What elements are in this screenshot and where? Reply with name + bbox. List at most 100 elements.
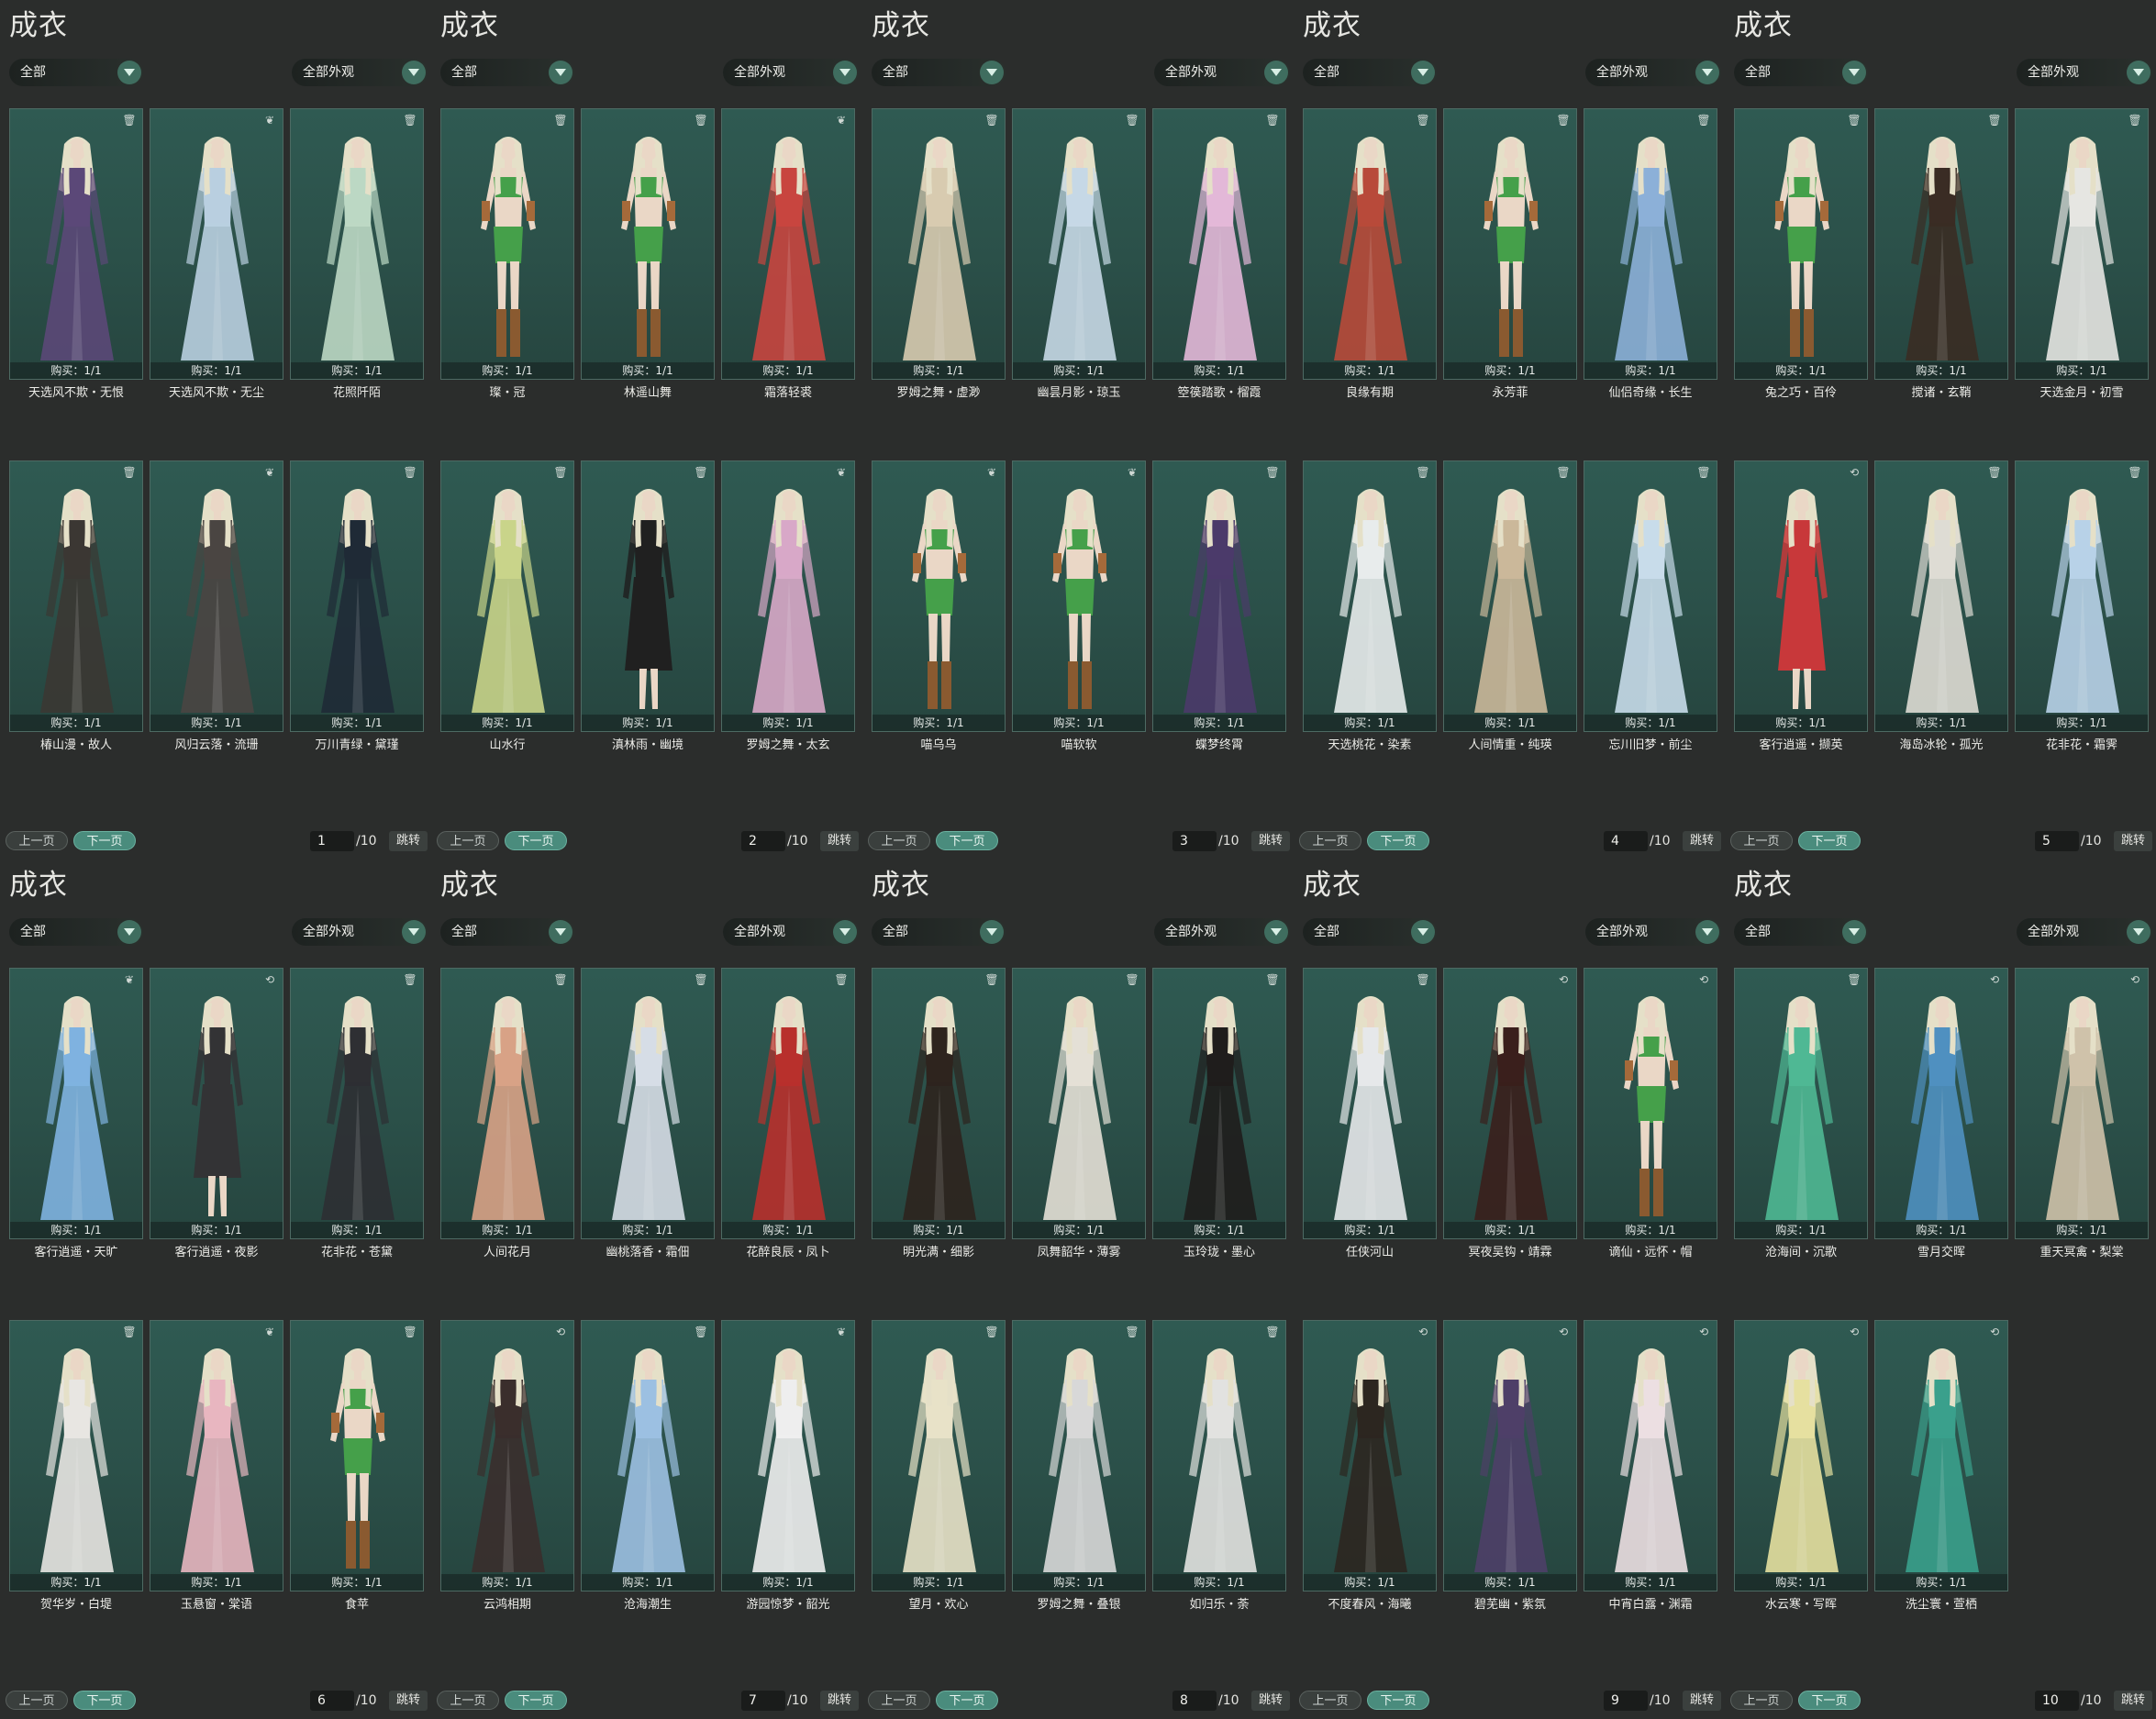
outfit-card[interactable]: 🗑 购买：1/1 xyxy=(1734,108,1868,380)
next-page-button[interactable]: 下一页 xyxy=(1367,1691,1429,1710)
outfit-card[interactable]: 🗑 购买：1/1 xyxy=(581,968,715,1239)
outfit-card[interactable]: 🗑 购买：1/1 xyxy=(1152,968,1286,1239)
page-number-input[interactable]: 5 xyxy=(2035,831,2079,851)
outfit-card[interactable]: ⟲ 购买：1/1 xyxy=(1734,460,1868,732)
page-number-input[interactable]: 3 xyxy=(1172,831,1217,851)
outfit-card[interactable]: 🗑 购买：1/1 xyxy=(872,968,1006,1239)
prev-page-button[interactable]: 上一页 xyxy=(868,1691,930,1710)
category-dropdown[interactable]: 全部 xyxy=(872,59,1006,86)
outfit-card[interactable]: 🗑 购买：1/1 xyxy=(290,460,424,732)
trash-icon[interactable]: 🗑 xyxy=(403,1325,417,1339)
jump-button[interactable]: 跳转 xyxy=(389,831,428,851)
butterfly-icon[interactable]: ❦ xyxy=(262,1325,277,1339)
outfit-card[interactable]: 🗑 购买：1/1 xyxy=(1012,1320,1146,1591)
swap-icon[interactable]: ⟲ xyxy=(1847,465,1861,480)
next-page-button[interactable]: 下一页 xyxy=(505,1691,567,1710)
outfit-card[interactable]: 🗑 购买：1/1 xyxy=(2015,108,2149,380)
chevron-down-icon[interactable] xyxy=(117,61,141,84)
outfit-card[interactable]: 🗑 购买：1/1 xyxy=(1874,460,2008,732)
swap-icon[interactable]: ⟲ xyxy=(1416,1325,1430,1339)
prev-page-button[interactable]: 上一页 xyxy=(437,1691,499,1710)
trash-icon[interactable]: 🗑 xyxy=(694,465,708,480)
trash-icon[interactable]: 🗑 xyxy=(1416,465,1430,480)
appearance-dropdown[interactable]: 全部外观 xyxy=(723,59,859,86)
trash-icon[interactable]: 🗑 xyxy=(1265,465,1280,480)
chevron-down-icon[interactable] xyxy=(2127,61,2150,84)
swap-icon[interactable]: ⟲ xyxy=(553,1325,568,1339)
trash-icon[interactable]: 🗑 xyxy=(553,972,568,987)
category-dropdown[interactable]: 全部 xyxy=(9,918,143,946)
page-number-input[interactable]: 2 xyxy=(741,831,785,851)
outfit-card[interactable]: ⟲ 购买：1/1 xyxy=(1303,1320,1437,1591)
chevron-down-icon[interactable] xyxy=(1411,920,1435,944)
prev-page-button[interactable]: 上一页 xyxy=(6,1691,68,1710)
trash-icon[interactable]: 🗑 xyxy=(2128,465,2142,480)
appearance-dropdown[interactable]: 全部外观 xyxy=(2017,918,2152,946)
outfit-card[interactable]: 🗑 购买：1/1 xyxy=(1303,108,1437,380)
chevron-down-icon[interactable] xyxy=(549,61,572,84)
prev-page-button[interactable]: 上一页 xyxy=(1730,1691,1793,1710)
next-page-button[interactable]: 下一页 xyxy=(505,831,567,850)
page-number-input[interactable]: 1 xyxy=(310,831,354,851)
page-number-input[interactable]: 9 xyxy=(1604,1691,1648,1711)
trash-icon[interactable]: 🗑 xyxy=(1265,972,1280,987)
swap-icon[interactable]: ⟲ xyxy=(1987,1325,2002,1339)
outfit-card[interactable]: 🗑 购买：1/1 xyxy=(1443,460,1577,732)
outfit-card[interactable]: 🗑 购买：1/1 xyxy=(440,968,574,1239)
appearance-dropdown[interactable]: 全部外观 xyxy=(292,918,428,946)
swap-icon[interactable]: ⟲ xyxy=(1987,972,2002,987)
jump-button[interactable]: 跳转 xyxy=(1251,831,1290,851)
trash-icon[interactable]: 🗑 xyxy=(1125,1325,1139,1339)
outfit-card[interactable]: ❦ 购买：1/1 xyxy=(721,108,855,380)
outfit-card[interactable]: ⟲ 购买：1/1 xyxy=(1734,1320,1868,1591)
jump-button[interactable]: 跳转 xyxy=(2114,1691,2152,1711)
next-page-button[interactable]: 下一页 xyxy=(936,1691,998,1710)
outfit-card[interactable]: ⟲ 购买：1/1 xyxy=(1874,1320,2008,1591)
trash-icon[interactable]: 🗑 xyxy=(1416,113,1430,128)
outfit-card[interactable]: 🗑 购买：1/1 xyxy=(440,460,574,732)
outfit-card[interactable]: ⟲ 购买：1/1 xyxy=(1584,1320,1717,1591)
swap-icon[interactable]: ⟲ xyxy=(262,972,277,987)
chevron-down-icon[interactable] xyxy=(1842,920,1866,944)
outfit-card[interactable]: 🗑 购买：1/1 xyxy=(1874,108,2008,380)
outfit-card[interactable]: ❦ 购买：1/1 xyxy=(150,460,283,732)
outfit-card[interactable]: 🗑 购买：1/1 xyxy=(1734,968,1868,1239)
outfit-card[interactable]: 🗑 购买：1/1 xyxy=(872,108,1006,380)
butterfly-icon[interactable]: ❦ xyxy=(834,113,849,128)
prev-page-button[interactable]: 上一页 xyxy=(6,831,68,850)
trash-icon[interactable]: 🗑 xyxy=(1987,113,2002,128)
prev-page-button[interactable]: 上一页 xyxy=(868,831,930,850)
category-dropdown[interactable]: 全部 xyxy=(1303,918,1437,946)
outfit-card[interactable]: ❦ 购买：1/1 xyxy=(1012,460,1146,732)
outfit-card[interactable]: 🗑 购买：1/1 xyxy=(440,108,574,380)
next-page-button[interactable]: 下一页 xyxy=(1367,831,1429,850)
trash-icon[interactable]: 🗑 xyxy=(1416,972,1430,987)
butterfly-icon[interactable]: ❦ xyxy=(262,113,277,128)
appearance-dropdown[interactable]: 全部外观 xyxy=(723,918,859,946)
butterfly-icon[interactable]: ❦ xyxy=(984,465,999,480)
outfit-card[interactable]: 🗑 购买：1/1 xyxy=(1584,108,1717,380)
trash-icon[interactable]: 🗑 xyxy=(694,972,708,987)
appearance-dropdown[interactable]: 全部外观 xyxy=(1585,918,1721,946)
outfit-card[interactable]: ❦ 购买：1/1 xyxy=(9,968,143,1239)
swap-icon[interactable]: ⟲ xyxy=(1696,1325,1711,1339)
outfit-card[interactable]: 🗑 购买：1/1 xyxy=(290,108,424,380)
outfit-card[interactable]: ⟲ 购买：1/1 xyxy=(440,1320,574,1591)
outfit-card[interactable]: 🗑 购买：1/1 xyxy=(1152,1320,1286,1591)
butterfly-icon[interactable]: ❦ xyxy=(1125,465,1139,480)
outfit-card[interactable]: ❦ 购买：1/1 xyxy=(721,1320,855,1591)
next-page-button[interactable]: 下一页 xyxy=(73,1691,136,1710)
category-dropdown[interactable]: 全部 xyxy=(1734,918,1868,946)
chevron-down-icon[interactable] xyxy=(402,61,426,84)
trash-icon[interactable]: 🗑 xyxy=(403,465,417,480)
next-page-button[interactable]: 下一页 xyxy=(73,831,136,850)
trash-icon[interactable]: 🗑 xyxy=(984,972,999,987)
outfit-card[interactable]: 🗑 购买：1/1 xyxy=(9,108,143,380)
appearance-dropdown[interactable]: 全部外观 xyxy=(1154,918,1290,946)
prev-page-button[interactable]: 上一页 xyxy=(1299,1691,1361,1710)
outfit-card[interactable]: ❦ 购买：1/1 xyxy=(721,460,855,732)
trash-icon[interactable]: 🗑 xyxy=(1987,465,2002,480)
outfit-card[interactable]: ⟲ 购买：1/1 xyxy=(1443,1320,1577,1591)
chevron-down-icon[interactable] xyxy=(833,61,857,84)
trash-icon[interactable]: 🗑 xyxy=(403,113,417,128)
